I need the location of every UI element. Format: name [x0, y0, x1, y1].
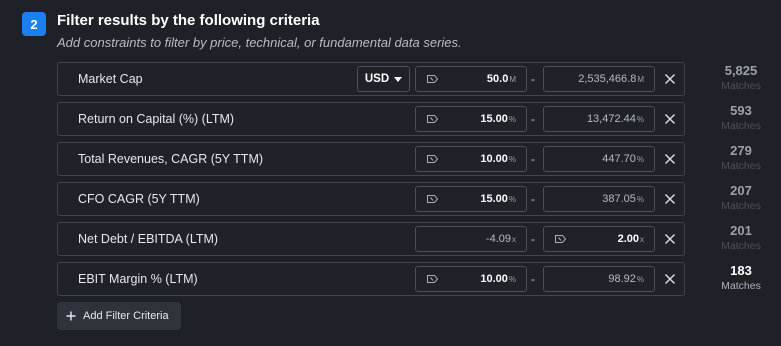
filter-row-total-revenues: Total Revenues, CAGR (5Y TTM) 10.00% - 4…	[57, 142, 685, 176]
min-value-input[interactable]: -4.09x	[415, 226, 527, 252]
filter-label: EBIT Margin % (LTM)	[78, 272, 198, 286]
min-unit: M	[509, 75, 516, 84]
range-separator: -	[531, 112, 535, 126]
filter-label: Market Cap	[78, 72, 143, 86]
matches-label: Matches	[721, 160, 761, 172]
max-unit: %	[636, 155, 644, 164]
matches-label: Matches	[721, 120, 761, 132]
min-value-input[interactable]: 15.00%	[415, 106, 527, 132]
filter-row-net-debt-ebitda: Net Debt / EBITDA (LTM) -4.09x - 2.00x	[57, 222, 685, 256]
add-filter-criteria-button[interactable]: Add Filter Criteria	[57, 302, 181, 330]
max-value: 13,472.44	[586, 113, 636, 125]
range-separator: -	[531, 72, 535, 86]
max-value: 447.70	[602, 153, 636, 165]
chevron-down-icon	[394, 76, 403, 82]
filter-row-market-cap: Market Cap USD 50.0M - 2,535,466.8M	[57, 62, 685, 96]
matches-count-market-cap: 5,825 Matches	[705, 63, 777, 93]
filter-label: Net Debt / EBITDA (LTM)	[78, 232, 219, 246]
max-value: 2.00	[617, 233, 639, 245]
matches-count-return-on-capital: 593 Matches	[705, 103, 777, 133]
matches-number: 279	[730, 143, 752, 158]
close-icon[interactable]	[663, 152, 677, 166]
filter-row-ebit-margin: EBIT Margin % (LTM) 10.00% - 98.92%	[57, 262, 685, 296]
min-value: 15.00	[480, 193, 508, 205]
matches-count-net-debt-ebitda: 201 Matches	[705, 223, 777, 253]
min-unit: x	[512, 235, 516, 244]
min-value: 10.00	[480, 273, 508, 285]
min-unit: %	[508, 275, 516, 284]
close-icon[interactable]	[663, 192, 677, 206]
min-value: -4.09	[485, 233, 511, 245]
tag-icon	[427, 155, 438, 163]
matches-label: Matches	[721, 200, 761, 212]
tag-icon	[427, 115, 438, 123]
max-value-input[interactable]: 447.70%	[543, 146, 655, 172]
currency-value: USD	[364, 73, 390, 85]
min-value-input[interactable]: 50.0M	[415, 66, 527, 92]
filter-label: Return on Capital (%) (LTM)	[78, 112, 235, 126]
min-unit: %	[508, 195, 516, 204]
add-filter-criteria-label: Add Filter Criteria	[83, 310, 169, 322]
matches-number: 5,825	[724, 63, 758, 78]
tag-icon	[427, 195, 438, 203]
filter-row-cfo-cagr: CFO CAGR (5Y TTM) 15.00% - 387.05%	[57, 182, 685, 216]
range-separator: -	[531, 192, 535, 206]
close-icon[interactable]	[663, 72, 677, 86]
range-separator: -	[531, 152, 535, 166]
close-icon[interactable]	[663, 272, 677, 286]
tag-icon	[427, 275, 438, 283]
tag-icon	[427, 75, 438, 83]
range-separator: -	[531, 232, 535, 246]
matches-number: 207	[730, 183, 752, 198]
max-value: 387.05	[602, 193, 636, 205]
min-value-input[interactable]: 15.00%	[415, 186, 527, 212]
close-icon[interactable]	[663, 112, 677, 126]
filter-label: Total Revenues, CAGR (5Y TTM)	[78, 152, 264, 166]
currency-select[interactable]: USD	[357, 66, 410, 92]
matches-number: 201	[730, 223, 752, 238]
max-unit: %	[636, 115, 644, 124]
max-value-input[interactable]: 2,535,466.8M	[543, 66, 655, 92]
tag-icon	[555, 235, 566, 243]
max-value: 2,535,466.8	[578, 73, 637, 85]
max-unit: %	[636, 195, 644, 204]
min-value-input[interactable]: 10.00%	[415, 266, 527, 292]
min-value: 15.00	[480, 113, 508, 125]
min-value-input[interactable]: 10.00%	[415, 146, 527, 172]
matches-count-cfo-cagr: 207 Matches	[705, 183, 777, 213]
matches-number: 593	[730, 103, 752, 118]
filter-row-return-on-capital: Return on Capital (%) (LTM) 15.00% - 13,…	[57, 102, 685, 136]
max-unit: M	[637, 75, 644, 84]
section-subtitle: Add constraints to filter by price, tech…	[57, 35, 462, 50]
max-value-input[interactable]: 98.92%	[543, 266, 655, 292]
max-value-input[interactable]: 13,472.44%	[543, 106, 655, 132]
min-value: 10.00	[480, 153, 508, 165]
max-value-input[interactable]: 387.05%	[543, 186, 655, 212]
range-separator: -	[531, 272, 535, 286]
matches-label: Matches	[721, 240, 761, 252]
max-unit: %	[636, 275, 644, 284]
step-number-badge: 2	[22, 12, 46, 36]
max-value-input[interactable]: 2.00x	[543, 226, 655, 252]
max-unit: x	[640, 235, 644, 244]
matches-number: 183	[730, 263, 752, 278]
matches-count-ebit-margin: 183 Matches	[705, 263, 777, 293]
section-title: Filter results by the following criteria	[57, 12, 320, 29]
plus-icon	[66, 311, 76, 321]
close-icon[interactable]	[663, 232, 677, 246]
max-value: 98.92	[608, 273, 636, 285]
filter-label: CFO CAGR (5Y TTM)	[78, 192, 200, 206]
min-value: 50.0	[486, 73, 509, 85]
matches-count-total-revenues: 279 Matches	[705, 143, 777, 173]
min-unit: %	[508, 115, 516, 124]
matches-label: Matches	[721, 80, 761, 92]
matches-label: Matches	[721, 280, 761, 292]
min-unit: %	[508, 155, 516, 164]
